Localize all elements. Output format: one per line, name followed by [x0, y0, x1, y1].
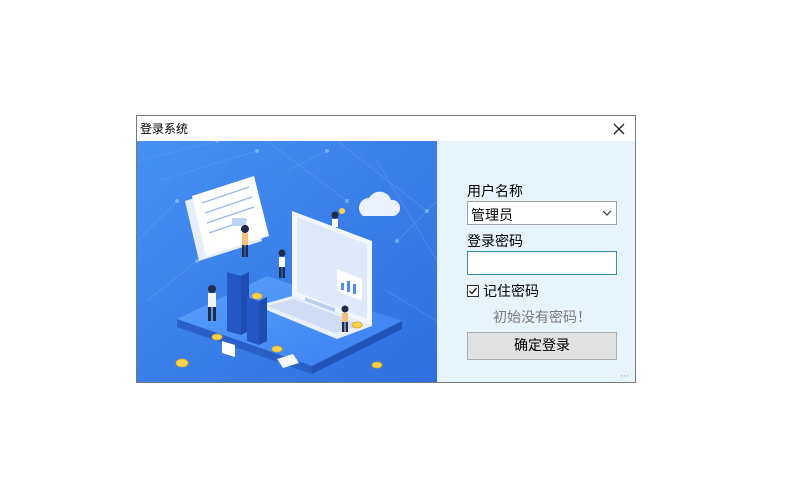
chevron-down-icon	[602, 210, 612, 216]
login-window: 登录系统 用户名称 管理员 登录密码 记住密码 初始没有密码！ 确定登录 ···	[136, 115, 636, 383]
title-bar[interactable]: 登录系统	[137, 116, 635, 141]
resize-grip-icon[interactable]: ···	[620, 373, 632, 382]
password-input[interactable]	[467, 251, 617, 275]
checkbox-box[interactable]	[467, 285, 479, 297]
window-title: 登录系统	[140, 122, 189, 136]
username-select[interactable]: 管理员	[467, 201, 617, 225]
remember-password-checkbox[interactable]: 记住密码	[467, 282, 539, 300]
password-label: 登录密码	[467, 234, 523, 250]
close-icon	[613, 123, 625, 134]
checkmark-icon	[469, 287, 478, 295]
username-selected-value: 管理员	[471, 208, 513, 224]
login-illustration	[137, 141, 437, 382]
remember-password-label: 记住密码	[483, 284, 539, 300]
isometric-office-illustration	[137, 141, 437, 382]
username-label: 用户名称	[467, 184, 523, 200]
login-button[interactable]: 确定登录	[467, 332, 617, 360]
close-button[interactable]	[603, 116, 635, 141]
login-form-panel: 用户名称 管理员 登录密码 记住密码 初始没有密码！ 确定登录 ···	[437, 141, 635, 382]
initial-password-hint: 初始没有密码！	[493, 310, 591, 326]
